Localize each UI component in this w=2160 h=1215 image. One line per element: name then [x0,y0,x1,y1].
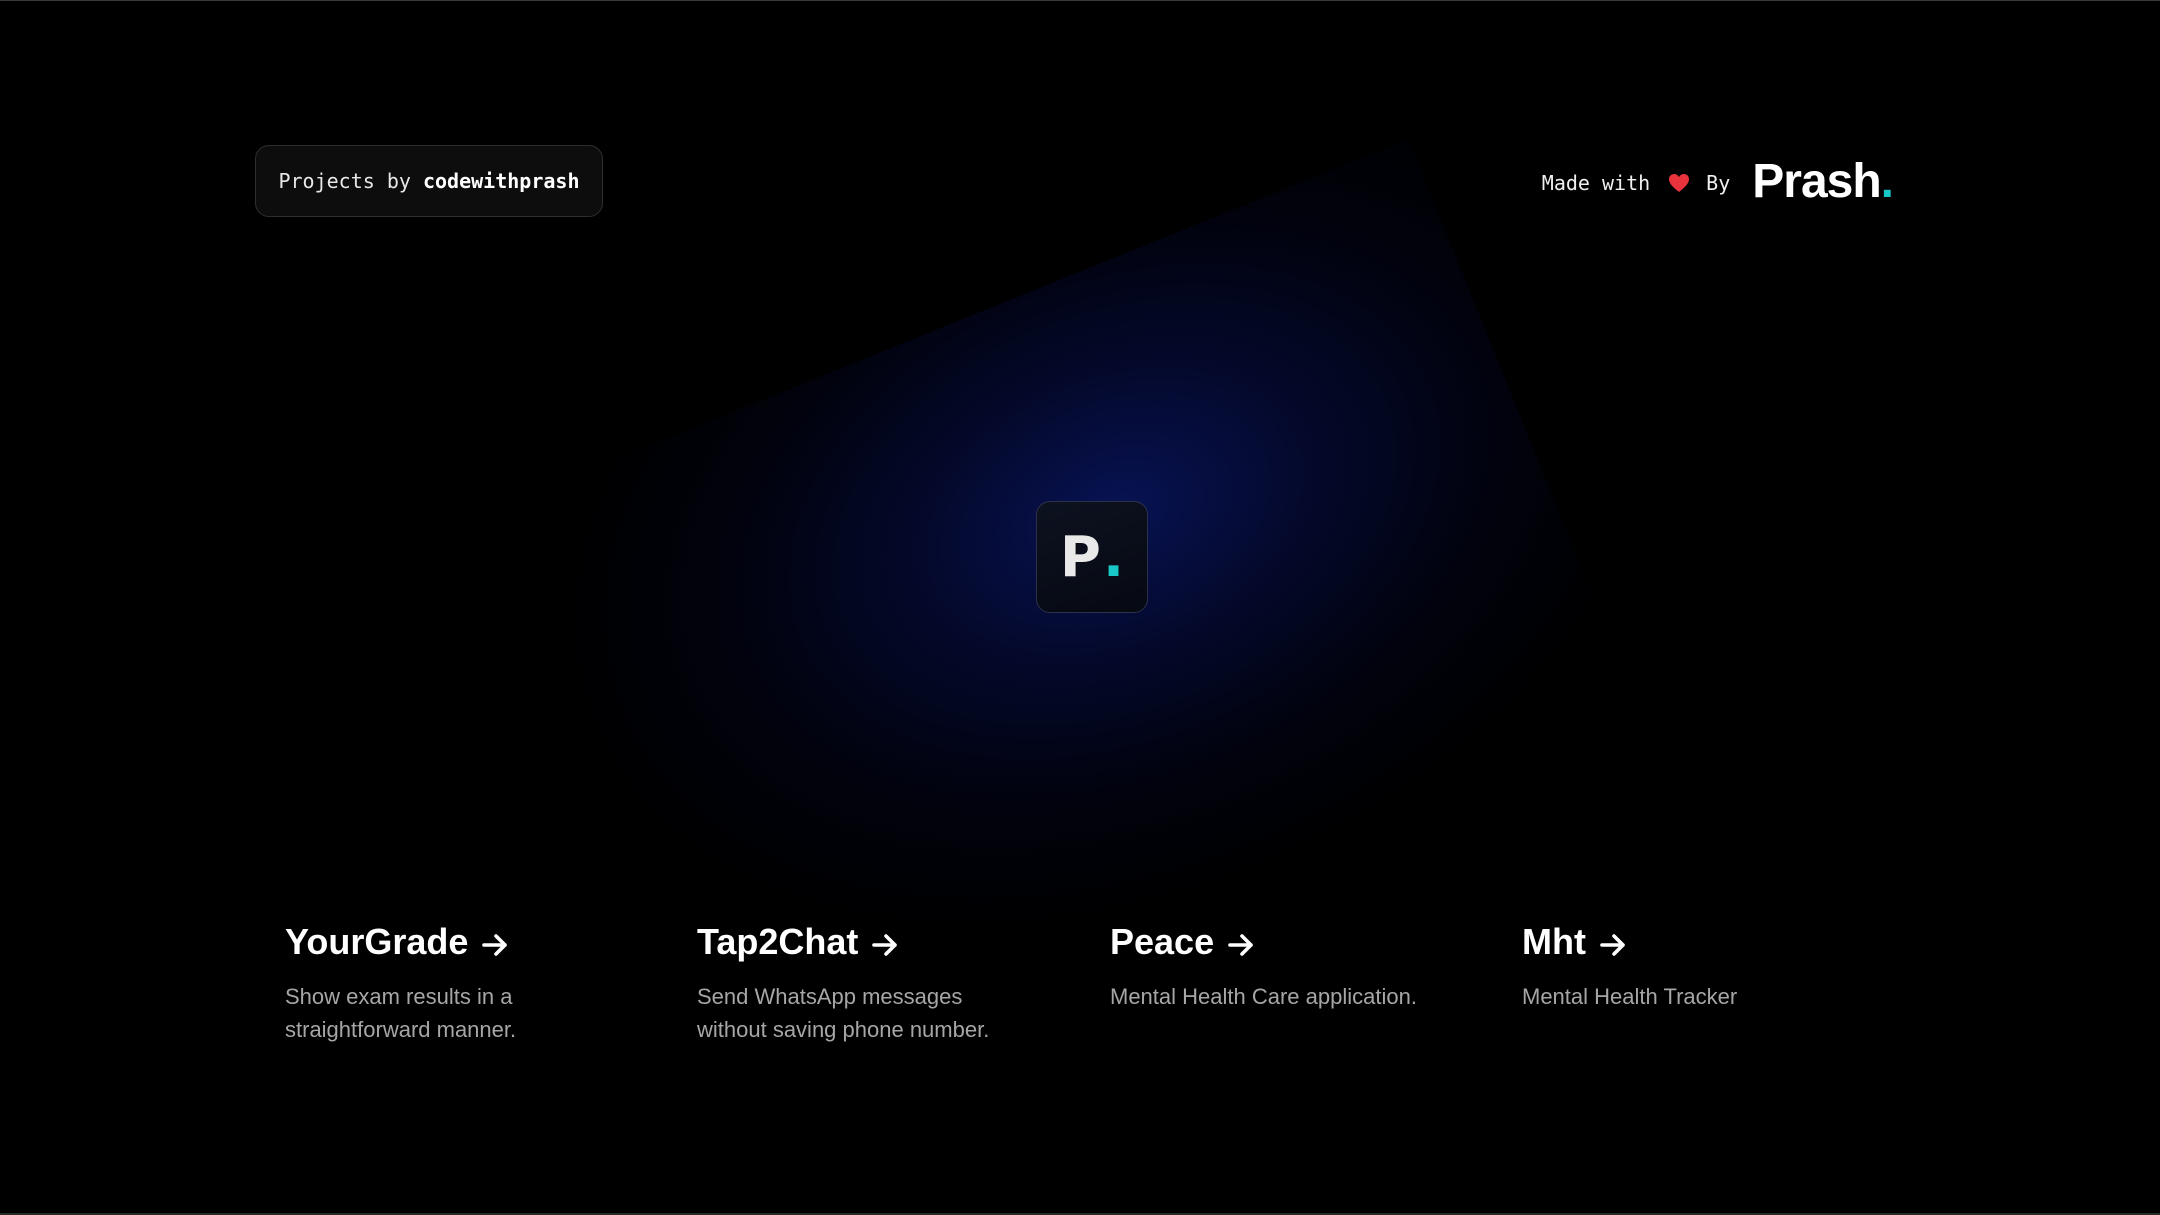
project-description-line: without saving phone number. [697,1017,990,1042]
project-description: Mental Health Care application. [1110,980,1470,1013]
project-card-tap2chat[interactable]: Tap2Chat Send WhatsApp messages without … [697,918,1057,1046]
project-description-line: Mental Health Tracker [1522,984,1738,1009]
arrow-right-icon [870,927,900,957]
made-with-text: Made with [1541,171,1651,195]
heart-icon [1668,173,1690,193]
project-title: Peace [1110,921,1215,962]
project-description-line: straightforward manner. [285,1017,517,1042]
brand-logo-link[interactable]: Prash. [1752,154,1894,211]
project-title: Tap2Chat [697,921,859,962]
project-title: Mht [1522,921,1586,962]
project-card-yourgrade[interactable]: YourGrade Show exam results in a straigh… [285,918,645,1046]
app-logo-tile: P. [1036,501,1148,613]
arrow-right-icon [1598,927,1628,957]
logo-dot: . [1102,525,1125,590]
project-description: Show exam results in a straightforward m… [285,980,645,1046]
project-description: Send WhatsApp messages without saving ph… [697,980,1057,1046]
project-title: YourGrade [285,921,469,962]
projects-grid: YourGrade Show exam results in a straigh… [285,918,1935,1058]
project-link[interactable]: Tap2Chat [697,918,1057,966]
project-card-mht[interactable]: Mht Mental Health Tracker [1522,918,1882,1013]
arrow-right-icon [480,927,510,957]
project-card-peace[interactable]: Peace Mental Health Care application. [1110,918,1470,1013]
brand-dot: . [1880,154,1894,208]
project-description-line: Mental Health Care application. [1110,984,1417,1009]
by-text: By [1706,171,1731,195]
project-description-line: Show exam results in a [285,984,513,1009]
top-border [0,0,2160,1]
brand-name: Prash [1752,154,1881,208]
project-link[interactable]: Peace [1110,918,1470,966]
arrow-right-icon [1226,927,1256,957]
projects-by-badge[interactable]: Projects by codewithprash [255,145,603,217]
badge-handle: codewithprash [422,169,580,193]
project-description-line: Send WhatsApp messages [697,984,963,1009]
project-link[interactable]: Mht [1522,918,1882,966]
project-description: Mental Health Tracker [1522,980,1882,1013]
logo-letter: P [1059,525,1101,590]
project-link[interactable]: YourGrade [285,918,645,966]
made-with-credit: Made with By Prash. [1542,152,1894,214]
badge-prefix: Projects by [278,169,423,193]
